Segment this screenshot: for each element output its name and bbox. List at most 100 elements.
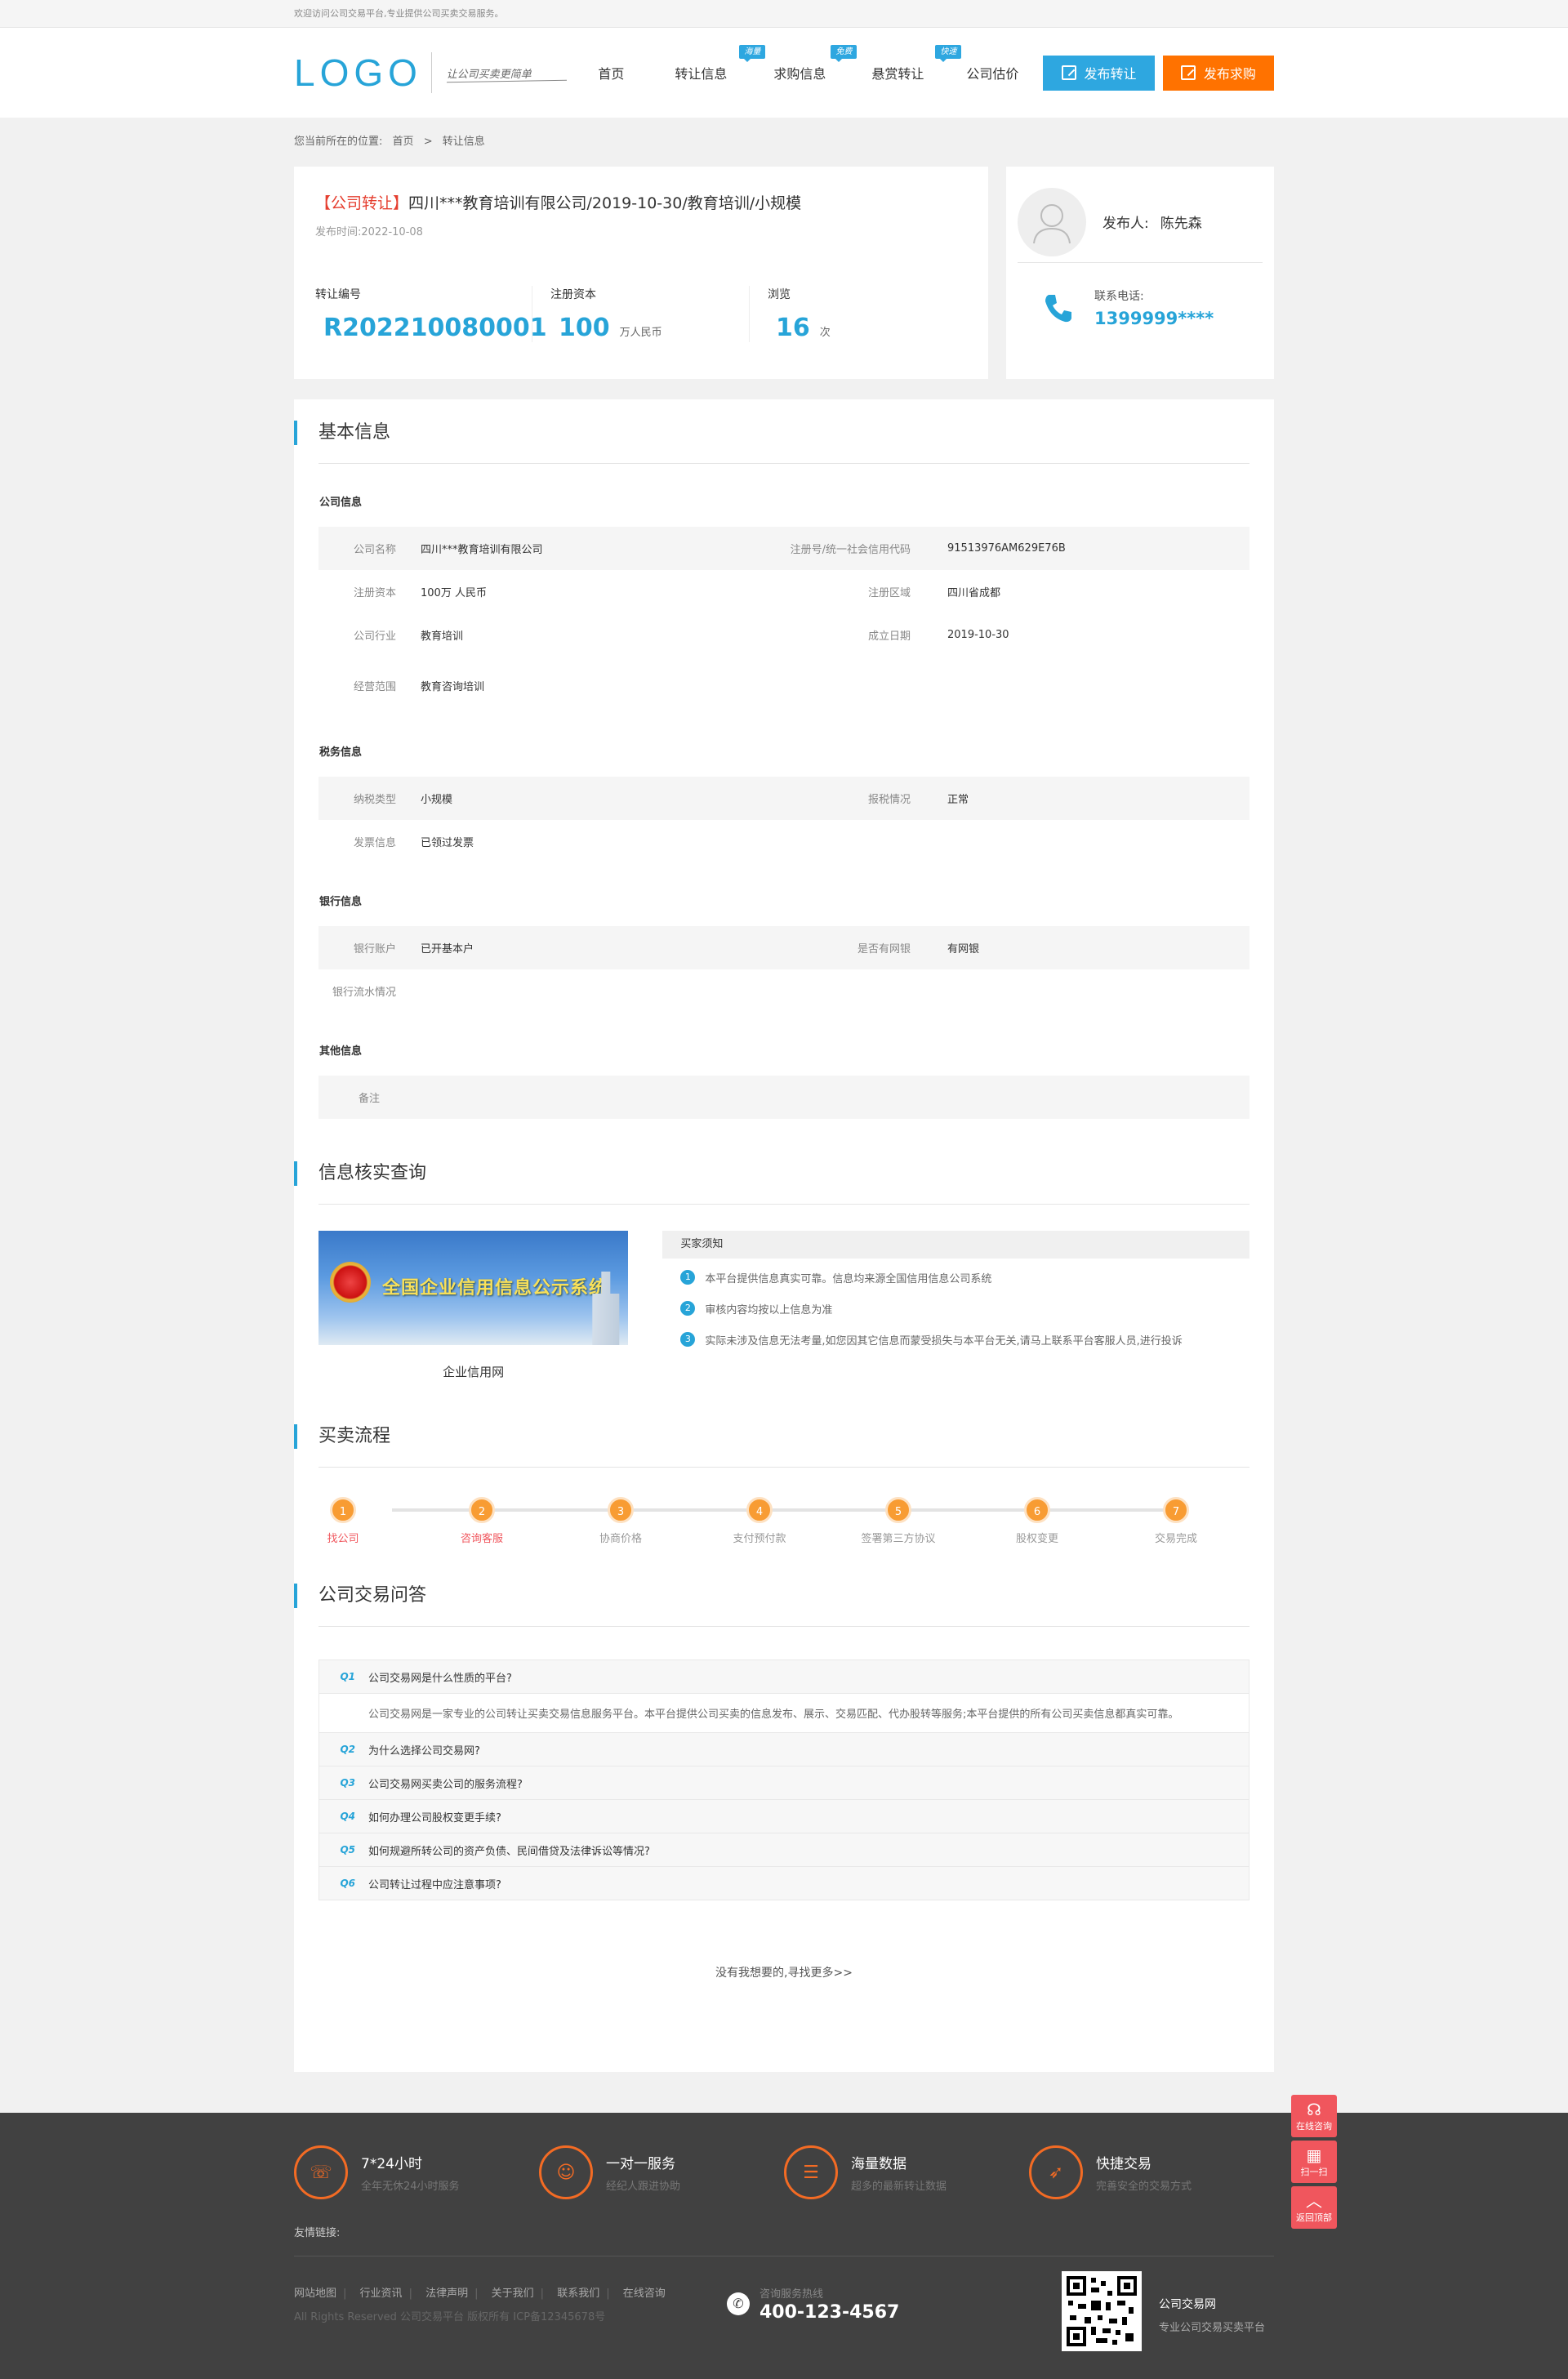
slogan: 让公司买卖更简单 — [430, 52, 575, 93]
company-info-heading: 公司信息 — [319, 497, 363, 509]
footer-link[interactable]: 法律声明 — [425, 2288, 468, 2300]
database-icon: ☰ — [784, 2145, 838, 2199]
scan-button[interactable]: ▦ 扫一扫 — [1291, 2141, 1337, 2183]
footer-link[interactable]: 关于我们 — [492, 2288, 534, 2300]
info-row: 注册资本 100万 人民币 注册区域 四川省成都 — [353, 587, 1001, 599]
step-label: 找公司 — [327, 1533, 359, 1545]
breadcrumb-current[interactable]: 转让信息 — [443, 136, 485, 148]
contact-phone: 联系电话: 1399999**** — [1018, 287, 1263, 328]
step-number: 2 — [469, 1497, 495, 1523]
info-row: 公司行业 教育培训 成立日期 2019-10-30 — [353, 629, 1009, 643]
step-label: 支付预付款 — [733, 1533, 786, 1545]
detail-panel: 基本信息 公司信息 公司名称 四川***教育培训有限公司 注册号/统一社会信用代码 9… — [294, 399, 1274, 2072]
nav-buy[interactable]: 求购信息 免费 — [754, 45, 858, 82]
step-number: 4 — [746, 1497, 773, 1523]
notice-item: 2 审核内容均按以上信息为准 — [662, 1298, 1250, 1319]
other-info-heading: 其他信息 — [319, 1045, 363, 1058]
main-nav: 首页 转让信息 海量 求购信息 免费 悬赏转让 快速 公司估价 — [574, 28, 1035, 118]
publish-buy-button[interactable]: 发布求购 — [1162, 55, 1274, 91]
step-number: 6 — [1024, 1497, 1050, 1523]
flow-step: 5 签署第三方协议 — [849, 1497, 947, 1545]
listing-summary: 【公司转让】四川***教育培训有限公司/2019-10-30/教育培训/小规模 … — [294, 167, 988, 379]
section-verify: 信息核实查询 — [294, 1161, 1250, 1186]
step-number: 3 — [608, 1497, 634, 1523]
brand-block: 公司交易网 专业公司交易买卖平台 — [1159, 2298, 1266, 2334]
publisher-card: 发布人: 陈先森 联系电话: 1399999**** — [1006, 167, 1274, 379]
faq-question[interactable]: Q5 如何规避所转公司的资产负债、民间借贷及法律诉讼等情况? — [319, 1833, 1249, 1867]
faq-question[interactable]: Q4 如何办理公司股权变更手续? — [319, 1800, 1249, 1833]
notice-item: 3 实际未涉及信息无法考量,如您因其它信息而蒙受损失与本平台无关,请马上联系平台客… — [662, 1329, 1250, 1350]
more-link[interactable]: 没有我想要的,寻找更多>> — [318, 1964, 1250, 1980]
phone-icon — [1045, 295, 1071, 323]
section-basic-info: 基本信息 — [294, 421, 1250, 445]
info-row: 纳税类型 小规模 报税情况 正常 — [318, 777, 1250, 820]
credit-system-link[interactable]: 全国企业信用信息公示系统 企业信用网 — [318, 1231, 629, 1380]
flow-step: 1 找公司 — [294, 1497, 392, 1545]
phone-icon: ✆ — [727, 2292, 750, 2315]
flow-step: 4 支付预付款 — [710, 1497, 808, 1545]
nav-tag: 快速 — [935, 45, 962, 62]
buyer-notice: 买家须知 1 本平台提供信息真实可靠。信息均来源全国信用信息公司系统 2 审核内容均… — [662, 1231, 1250, 1380]
footer-link[interactable]: 在线咨询 — [623, 2288, 666, 2300]
nav-transfer[interactable]: 转让信息 海量 — [648, 45, 766, 82]
footer-link[interactable]: 行业资讯 — [360, 2288, 403, 2300]
info-row: 经营范围 教育咨询培训 — [353, 680, 485, 693]
tax-info-heading: 税务信息 — [319, 746, 363, 759]
step-label: 协商价格 — [599, 1533, 642, 1545]
faq-question[interactable]: Q1 公司交易网是什么性质的平台? — [319, 1660, 1249, 1694]
feature-item: ☰ 海量数据 超多的最新转让数据 — [784, 2145, 1029, 2199]
back-to-top-button[interactable]: ︿ 返回顶部 — [1291, 2186, 1337, 2229]
nav-home[interactable]: 首页 — [574, 63, 648, 82]
info-row: 发票信息 已领过发票 — [353, 837, 474, 849]
24h-icon: ☏ — [294, 2145, 348, 2199]
feature-item: ☏ 7*24小时 全年无休24小时服务 — [294, 2145, 539, 2199]
rocket-icon: ➶ — [1029, 2145, 1083, 2199]
bank-info-heading: 银行信息 — [319, 896, 363, 908]
info-row: 公司名称 四川***教育培训有限公司 注册号/统一社会信用代码 91513976AM6… — [318, 527, 1250, 570]
hotline: ✆ 咨询服务热线 400-123-4567 — [727, 2284, 1054, 2323]
footer-link[interactable]: 网站地图 — [294, 2288, 336, 2300]
friend-links: 友情链接: — [294, 2224, 1274, 2256]
logo[interactable]: LOGO — [294, 51, 426, 95]
section-faq: 公司交易问答 — [294, 1584, 1250, 1608]
step-number: 1 — [330, 1497, 356, 1523]
credit-caption[interactable]: 企业信用网 — [318, 1363, 628, 1380]
section-flow: 买卖流程 — [294, 1424, 1250, 1449]
publish-transfer-button[interactable]: 发布转让 — [1043, 55, 1155, 91]
stat-capital: 注册资本 100 万人民币 — [532, 286, 750, 342]
header: LOGO 让公司买卖更简单 首页 转让信息 海量 求购信息 免费 悬赏转让 快速 公司… — [0, 28, 1568, 118]
stat-views: 浏览 16 次 — [768, 288, 831, 342]
nav-reward[interactable]: 悬赏转让 快速 — [845, 45, 962, 82]
feature-item: ☺ 一对一服务 经纪人跟进协助 — [539, 2145, 784, 2199]
nav-valuation[interactable]: 公司估价 — [950, 63, 1035, 82]
user-icon: ☺ — [539, 2145, 593, 2199]
chevron-up-icon: ︿ — [1306, 2191, 1322, 2211]
faq-question[interactable]: Q3 公司交易网买卖公司的服务流程? — [319, 1766, 1249, 1800]
user-icon — [1033, 203, 1071, 243]
info-row: 银行账户 已开基本户 是否有网银 有网银 — [318, 926, 1250, 969]
faq-question[interactable]: Q2 为什么选择公司交易网? — [319, 1733, 1249, 1766]
flow-step: 3 协商价格 — [572, 1497, 670, 1545]
breadcrumb: 您当前所在的位置: 首页 > 转让信息 — [294, 136, 485, 148]
info-row: 备注 — [318, 1076, 1250, 1119]
step-label: 咨询客服 — [460, 1533, 503, 1545]
breadcrumb-home[interactable]: 首页 — [393, 136, 414, 148]
online-chat-button[interactable]: ☊ 在线咨询 — [1291, 2095, 1337, 2137]
nav-tag: 免费 — [831, 45, 858, 62]
info-row: 银行流水情况 — [332, 987, 396, 999]
edit-icon — [1180, 65, 1196, 80]
avatar — [1018, 187, 1086, 256]
publisher-name: 陈先森 — [1160, 216, 1202, 232]
flow-step: 7 交易完成 — [1127, 1497, 1225, 1545]
stat-transfer-no: 转让编号 R202210080001 — [315, 286, 547, 342]
faq-question[interactable]: Q6 公司转让过程中应注意事项? — [319, 1867, 1249, 1900]
headset-icon: ☊ — [1307, 2100, 1321, 2119]
side-toolbar: ☊ 在线咨询 ▦ 扫一扫 ︿ 返回顶部 — [1291, 2095, 1337, 2232]
publish-date: 发布时间:2022-10-08 — [315, 226, 423, 238]
summary: 【公司转让】四川***教育培训有限公司/2019-10-30/教育培训/小规模 … — [294, 167, 1274, 379]
credit-banner[interactable]: 全国企业信用信息公示系统 — [318, 1231, 629, 1345]
footer-link[interactable]: 联系我们 — [557, 2288, 599, 2300]
faq-answer: 公司交易网是一家专业的公司转让买卖交易信息服务平台。本平台提供公司买卖的信息发布… — [319, 1694, 1249, 1733]
listing-title: 【公司转让】四川***教育培训有限公司/2019-10-30/教育培训/小规模 — [315, 194, 802, 212]
feature-item: ➶ 快捷交易 完善安全的交易方式 — [1029, 2145, 1274, 2199]
